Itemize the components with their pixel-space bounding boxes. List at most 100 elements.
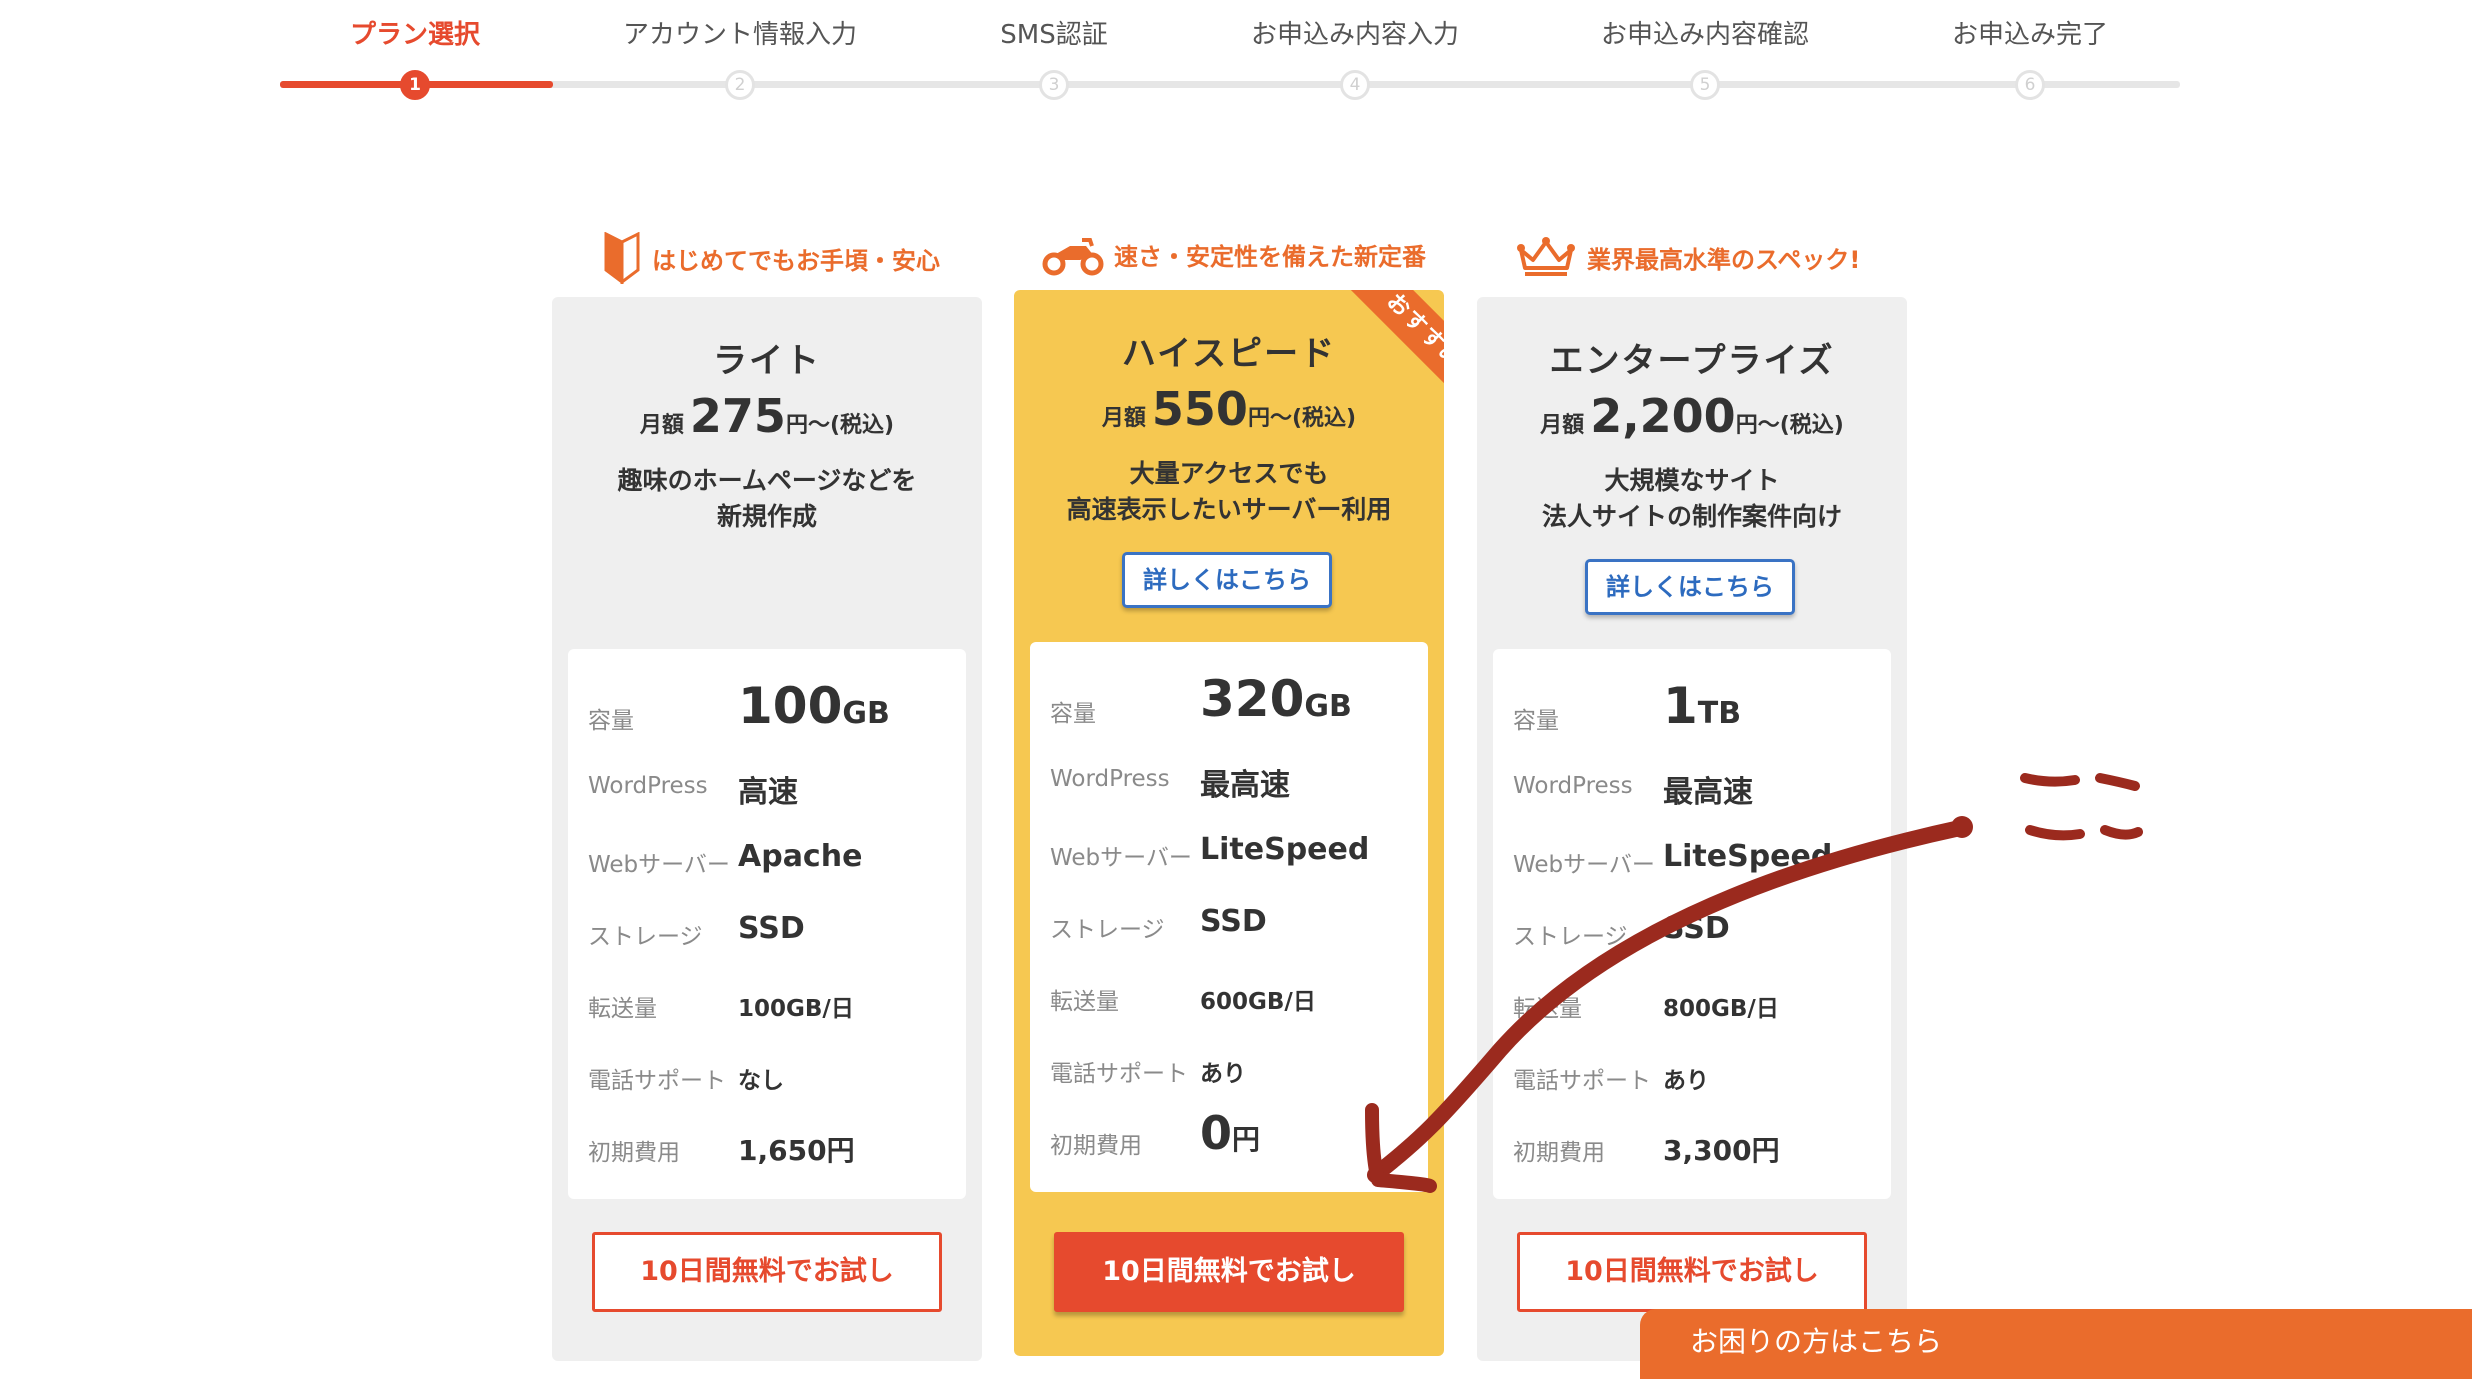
plan-spec-table: 容量 100GB WordPress 高速 Webサーバー Apache ストレ…	[568, 649, 966, 1199]
spec-label: 容量	[588, 708, 634, 734]
beginner-mark-icon	[604, 232, 640, 284]
price-amount: 2,200	[1590, 389, 1736, 443]
spec-value: SSD	[738, 911, 805, 946]
spec-row-storage: ストレージ SSD	[588, 911, 956, 951]
free-trial-button-highspeed[interactable]: 10日間無料でお試し	[1054, 1232, 1404, 1312]
step-sms-auth-label: SMS認証	[1000, 20, 1108, 50]
spec-label: 初期費用	[1513, 1140, 1605, 1166]
plan-enterprise-tagline: 業界最高水準のスペック!	[1515, 236, 1860, 278]
price-amount: 550	[1151, 382, 1248, 436]
progress-stepper: プラン選択 アカウント情報入力 SMS認証 お申込み内容入力 お申込み内容確認 …	[280, 0, 2180, 110]
capacity-unit: GB	[1304, 689, 1352, 724]
spec-value: 1,650円	[738, 1134, 855, 1167]
step-dot-5: 5	[1690, 70, 1720, 100]
free-trial-button-enterprise[interactable]: 10日間無料でお試し	[1517, 1232, 1867, 1312]
initial-cost-unit: 円	[1232, 1123, 1261, 1156]
spec-value: LiteSpeed	[1200, 832, 1370, 867]
spec-label: 電話サポート	[1513, 1068, 1651, 1094]
spec-row-webserver: Webサーバー Apache	[588, 839, 956, 879]
spec-label: WordPress	[588, 773, 708, 799]
spec-row-phone-support: 電話サポート あり	[1513, 1055, 1881, 1095]
annotation-koko-stroke	[2020, 773, 2143, 841]
spec-row-phone-support: 電話サポート なし	[588, 1055, 956, 1095]
capacity-unit: GB	[842, 696, 890, 731]
spec-value: 100GB/日	[738, 996, 854, 1022]
spec-row-capacity: 容量 1TB	[1513, 677, 1881, 735]
spec-value: 最高速	[1663, 775, 1753, 810]
spec-row-initial-cost: 初期費用 3,300円	[1513, 1127, 1881, 1167]
spec-label: WordPress	[1050, 766, 1170, 792]
spec-label: ストレージ	[1050, 917, 1165, 943]
spec-value: SSD	[1663, 911, 1730, 946]
price-prefix: 月額	[639, 413, 684, 438]
spec-value: 3,300円	[1663, 1134, 1780, 1167]
stepper-track	[280, 81, 2180, 88]
spec-value: 320GB	[1200, 670, 1352, 728]
spec-row-transfer: 転送量 600GB/日	[1050, 976, 1418, 1016]
plan-description: 大規模なサイト 法人サイトの制作案件向け	[1541, 466, 1842, 531]
spec-row-transfer: 転送量 100GB/日	[588, 983, 956, 1023]
spec-label: 転送量	[1050, 989, 1119, 1015]
step-complete-label: お申込み完了	[1951, 20, 2109, 50]
plan-name: エンタープライズ	[1549, 341, 1835, 381]
free-trial-button-light[interactable]: 10日間無料でお試し	[592, 1232, 942, 1312]
price-prefix: 月額	[1101, 406, 1146, 431]
spec-label: 転送量	[1513, 996, 1582, 1022]
spec-value: あり	[1200, 1061, 1246, 1087]
spec-label: Webサーバー	[1050, 845, 1192, 871]
capacity-number: 1	[1663, 677, 1698, 735]
capacity-number: 320	[1200, 670, 1305, 728]
spec-value: LiteSpeed	[1663, 839, 1833, 874]
price-suffix: 円～(税込)	[1247, 406, 1357, 431]
step-account-info-label: アカウント情報入力	[622, 20, 858, 50]
price-suffix: 円～(税込)	[1735, 413, 1844, 438]
plan-spec-table: 容量 1TB WordPress 最高速 Webサーバー LiteSpeed ス…	[1493, 649, 1891, 1199]
plan-enterprise-tagline-text: 業界最高水準のスペック!	[1587, 245, 1861, 274]
step-dot-6: 6	[2015, 70, 2045, 100]
step-plan-selection-label: プラン選択	[349, 20, 481, 50]
plan-name: ライト	[713, 341, 821, 381]
details-button-enterprise[interactable]: 詳しくはこちら	[1585, 559, 1795, 615]
plan-description: 趣味のホームページなどを 新規作成	[617, 466, 917, 531]
step-application-confirm-label: お申込み内容確認	[1600, 20, 1810, 50]
spec-label: WordPress	[1513, 773, 1633, 799]
spec-row-storage: ストレージ SSD	[1050, 904, 1418, 944]
spec-value: Apache	[738, 839, 863, 874]
details-button-highspeed[interactable]: 詳しくはこちら	[1122, 552, 1332, 608]
plan-card-highspeed: おすすめ ハイスピード 月額 550円～(税込) 大量アクセスでも 高速表示したい…	[1014, 290, 1444, 1356]
plan-name: ハイスピード	[1121, 334, 1337, 374]
capacity-number: 100	[738, 677, 843, 735]
spec-row-phone-support: 電話サポート あり	[1050, 1048, 1418, 1088]
plan-price: 月額 2,200円～(税込)	[1477, 389, 1907, 443]
plan-card-light: ライト 月額 275円～(税込) 趣味のホームページなどを 新規作成 容量 100…	[552, 297, 982, 1361]
spec-value: SSD	[1200, 904, 1267, 939]
help-contact-bar[interactable]: お困りの方はこちら	[1640, 1309, 2472, 1379]
plan-price: 月額 550円～(税込)	[1014, 382, 1444, 436]
plan-light-tagline: はじめてでもお手頃・安心	[602, 232, 940, 284]
plan-highspeed-tagline-text: 速さ・安定性を備えた新定番	[1114, 242, 1426, 271]
spec-label: 電話サポート	[588, 1068, 726, 1094]
spec-value: 最高速	[1200, 768, 1290, 803]
spec-row-webserver: Webサーバー LiteSpeed	[1513, 839, 1881, 879]
price-amount: 275	[689, 389, 786, 443]
spec-value: あり	[1663, 1068, 1709, 1094]
spec-row-initial-cost: 初期費用 1,650円	[588, 1127, 956, 1167]
spec-value: 高速	[738, 775, 798, 810]
spec-row-wordpress: WordPress 最高速	[1513, 767, 1881, 810]
price-suffix: 円～(税込)	[785, 413, 895, 438]
step-dot-4: 4	[1340, 70, 1370, 100]
spec-label: ストレージ	[588, 924, 703, 950]
spec-value: 100GB	[738, 677, 890, 735]
plan-description: 大量アクセスでも 高速表示したいサーバー利用	[1066, 459, 1392, 524]
spec-label: 電話サポート	[1050, 1061, 1188, 1087]
plan-highspeed-tagline: 速さ・安定性を備えた新定番	[1042, 232, 1426, 276]
spec-label: 容量	[1050, 701, 1096, 727]
spec-value: 1TB	[1663, 677, 1741, 735]
spec-label: 転送量	[588, 996, 657, 1022]
plan-price: 月額 275円～(税込)	[552, 389, 982, 443]
spec-row-storage: ストレージ SSD	[1513, 911, 1881, 951]
spec-value: なし	[738, 1068, 784, 1094]
spec-row-capacity: 容量 100GB	[588, 677, 956, 735]
step-dot-1: 1	[400, 70, 430, 100]
plan-spec-table: 容量 320GB WordPress 最高速 Webサーバー LiteSpeed…	[1030, 642, 1428, 1192]
